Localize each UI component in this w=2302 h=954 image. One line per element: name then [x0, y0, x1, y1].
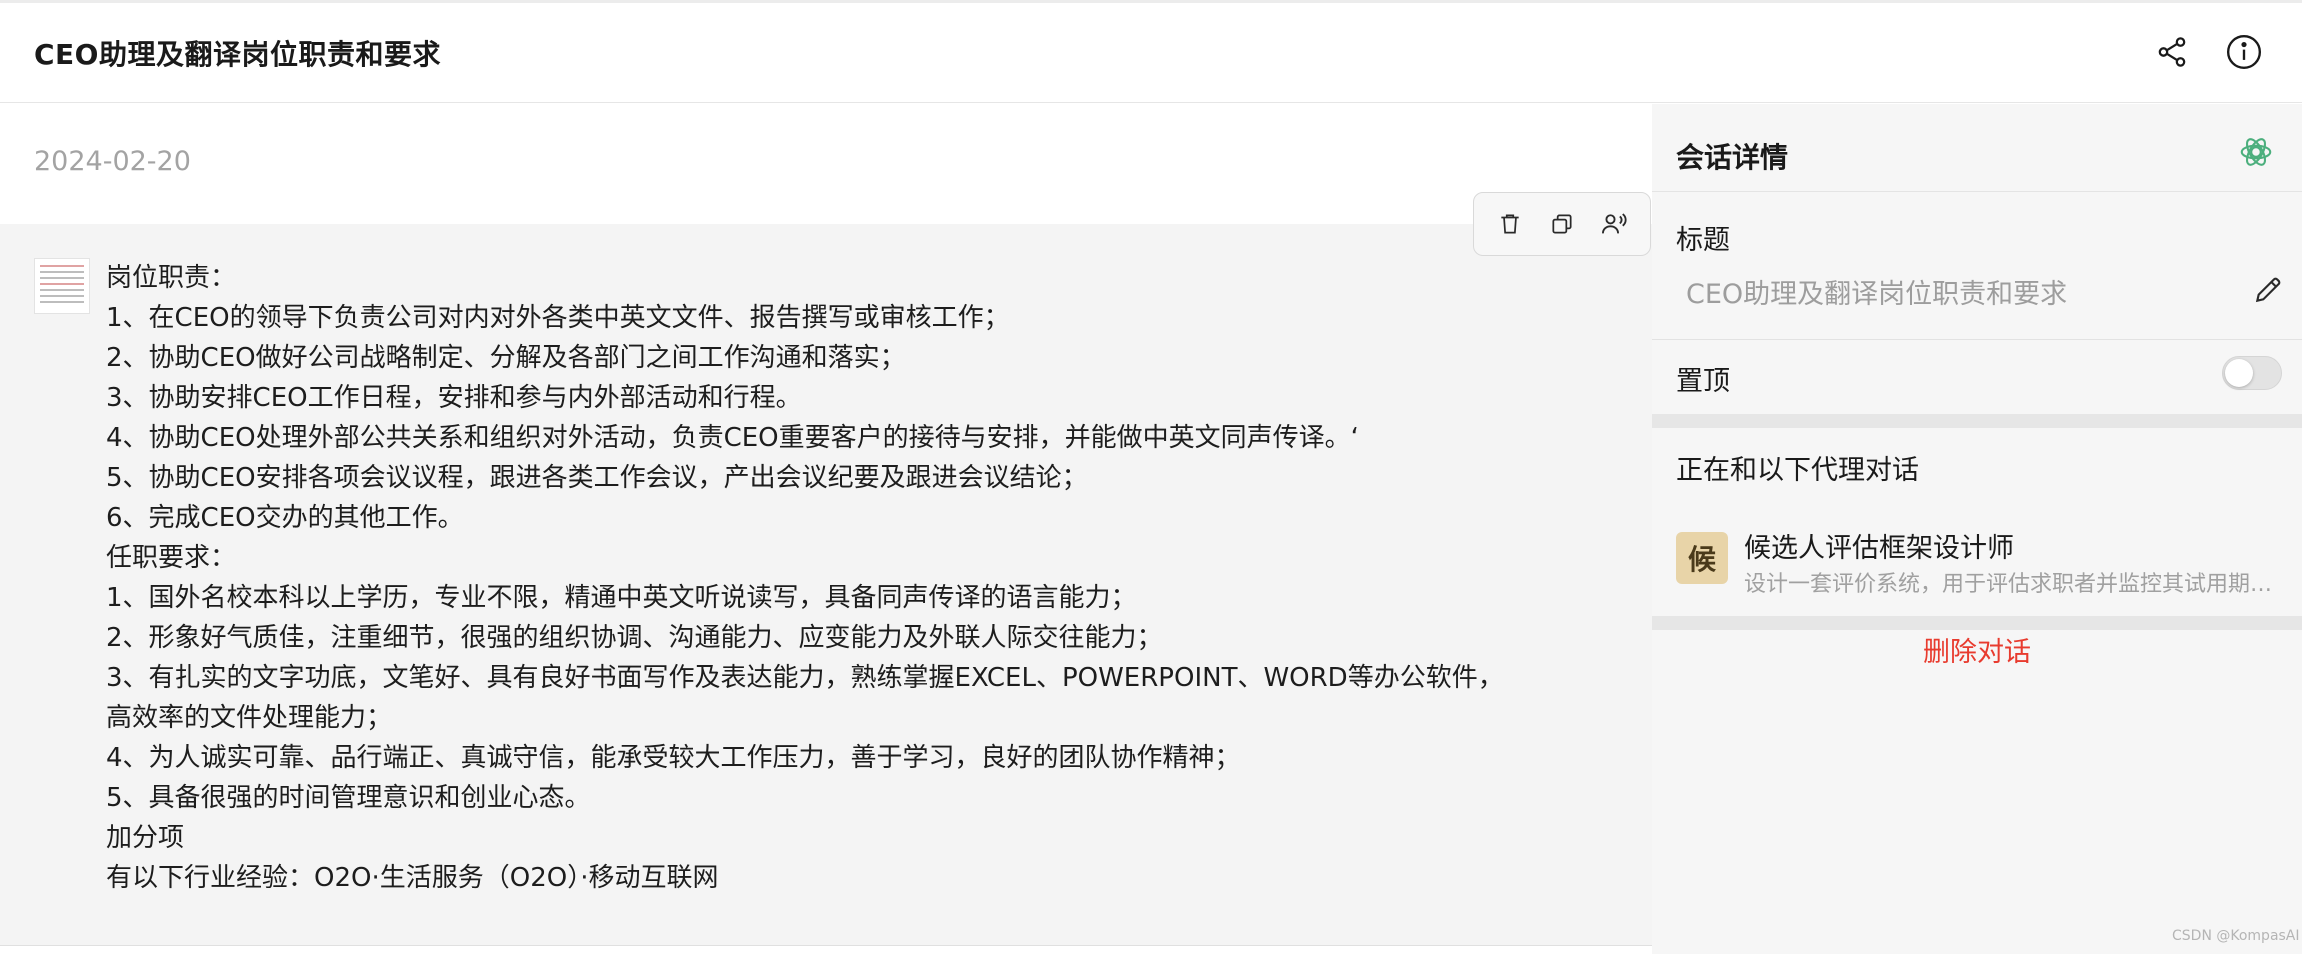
share-button[interactable]	[2150, 30, 2194, 74]
details-panel: 会话详情 标题 CEO助理及翻译岗位职责和要求 置顶 正在和以下代理对话 候 候…	[1652, 104, 2302, 954]
title-label: 标题	[1676, 225, 1730, 256]
agent-avatar: 候	[1676, 532, 1728, 584]
details-title: 会话详情	[1676, 141, 1789, 174]
trash-icon	[1501, 214, 1519, 234]
details-header: 会话详情	[1652, 104, 2302, 192]
message-bubble: 岗位职责： 1、在CEO的领导下负责公司对内对外各类中英文文件、报告撰写或审核工作…	[0, 224, 1652, 946]
agent-section-label: 正在和以下代理对话	[1676, 455, 1919, 486]
message-line: 5、具备很强的时间管理意识和创业心态。	[106, 783, 591, 813]
conversation-title: CEO助理及翻译岗位职责和要求	[34, 38, 441, 71]
message-line: 4、为人诚实可靠、品行端正、真诚守信，能承受较大工作压力，善于学习，良好的团队协…	[106, 743, 1241, 773]
pin-toggle[interactable]	[2222, 356, 2282, 390]
message-line: 2、形象好气质佳，注重细节，很强的组织协调、沟通能力、应变能力及外联人际交往能力…	[106, 623, 1163, 653]
message-line: 6、完成CEO交办的其他工作。	[106, 503, 464, 533]
message-text: 岗位职责： 1、在CEO的领导下负责公司对内对外各类中英文文件、报告撰写或审核工作…	[106, 258, 1636, 898]
agent-description: 设计一套评价系统，用于评估求职者并监控其试用期表现	[1744, 572, 2274, 597]
agent-name: 候选人评估框架设计师	[1744, 533, 2014, 564]
info-button[interactable]	[2222, 30, 2266, 74]
info-icon	[2226, 34, 2262, 70]
message-line: 2、协助CEO做好公司战略制定、分解及各部门之间工作沟通和落实；	[106, 343, 906, 373]
message-line: 4、协助CEO处理外部公共关系和组织对外活动，负责CEO重要客户的接待与安排，并…	[106, 423, 1359, 453]
read-aloud-button[interactable]	[1594, 204, 1634, 244]
conversation-pane: 2024-02-20 岗位职责： 1、在CEO的领导下负责公司对内对外各类中英文文…	[0, 104, 1652, 954]
section-divider	[1652, 414, 2302, 428]
divider	[1652, 339, 2302, 340]
header-bar: CEO助理及翻译岗位职责和要求	[0, 3, 2302, 103]
copy-message-button[interactable]	[1542, 204, 1582, 244]
model-logo-icon	[2240, 138, 2272, 166]
message-line: 岗位职责：	[106, 263, 237, 293]
message-line: 3、协助安排CEO工作日程，安排和参与内外部活动和行程。	[106, 383, 802, 413]
read-aloud-icon	[1601, 213, 1627, 234]
watermark: CSDN @KompasAI	[2172, 928, 2300, 944]
delete-conversation-button[interactable]: 删除对话	[1652, 630, 2302, 669]
message-toolbar	[1473, 192, 1651, 256]
message-line: 加分项	[106, 823, 185, 853]
copy-icon	[1552, 214, 1572, 234]
message-line: 3、有扎实的文字功底，文笔好、具有良好书面写作及表达能力，熟练掌握EXCEL、P…	[106, 663, 1504, 693]
message-line: 1、国外名校本科以上学历，专业不限，精通中英文听说读写，具备同声传译的语言能力；	[106, 583, 1137, 613]
document-thumbnail[interactable]	[34, 258, 90, 314]
delete-message-button[interactable]	[1490, 204, 1530, 244]
title-value: CEO助理及翻译岗位职责和要求	[1686, 279, 2068, 310]
message-line: 5、协助CEO安排各项会议议程，跟进各类工作会议，产出会议纪要及跟进会议结论；	[106, 463, 1088, 493]
pin-label: 置顶	[1676, 366, 1730, 397]
message-line: 1、在CEO的领导下负责公司对内对外各类中英文文件、报告撰写或审核工作；	[106, 303, 1010, 333]
share-icon	[2158, 37, 2186, 67]
toggle-knob	[2225, 359, 2253, 387]
message-line: 高效率的文件处理能力；	[106, 703, 393, 733]
edit-title-icon[interactable]	[2252, 274, 2284, 306]
section-divider	[1652, 616, 2302, 630]
message-line: 任职要求：	[106, 543, 237, 573]
message-line: 有以下行业经验：O2O·生活服务（O2O）·移动互联网	[106, 863, 719, 893]
conversation-date: 2024-02-20	[34, 146, 191, 177]
agent-card[interactable]: 候 候选人评估框架设计师 设计一套评价系统，用于评估求职者并监控其试用期表现	[1652, 506, 2302, 606]
